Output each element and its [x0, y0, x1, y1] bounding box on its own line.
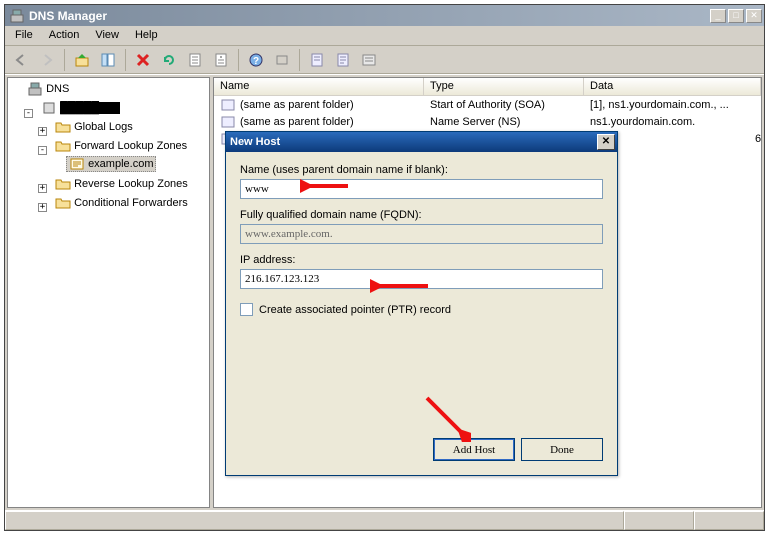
zone-icon — [69, 157, 85, 171]
tree-root-dns[interactable]: DNS — [24, 81, 72, 97]
toolbar-help-button[interactable]: ? — [244, 48, 268, 72]
name-input[interactable] — [240, 179, 603, 199]
record-icon — [220, 115, 236, 129]
toolbar-refresh-button[interactable] — [157, 48, 181, 72]
toolbar-export-button[interactable] — [183, 48, 207, 72]
tree-server-node[interactable]: █████ — [38, 100, 123, 116]
folder-icon — [55, 139, 71, 153]
close-button[interactable]: ✕ — [746, 9, 762, 23]
toolbar-forward-button[interactable] — [35, 48, 59, 72]
status-main — [5, 511, 624, 530]
fqdn-input — [240, 224, 603, 244]
ptr-checkbox-label: Create associated pointer (PTR) record — [259, 304, 451, 316]
statusbar — [5, 510, 764, 530]
expander[interactable]: - — [38, 146, 47, 155]
menu-action[interactable]: Action — [41, 26, 88, 45]
toolbar-back-button[interactable] — [9, 48, 33, 72]
toolbar-delete-button[interactable] — [131, 48, 155, 72]
minimize-button[interactable]: _ — [710, 9, 726, 23]
record-icon — [220, 98, 236, 112]
menu-view[interactable]: View — [87, 26, 127, 45]
column-type[interactable]: Type — [424, 78, 584, 95]
tree-zone-example-com[interactable]: example.com — [66, 156, 156, 172]
toolbar-showhide-button[interactable] — [96, 48, 120, 72]
folder-icon — [55, 196, 71, 210]
titlebar: DNS Manager _ □ ✕ — [5, 5, 764, 26]
toolbar-up-button[interactable] — [70, 48, 94, 72]
tree-reverse-lookup-zones[interactable]: Reverse Lookup Zones — [52, 176, 191, 192]
ip-field-label: IP address: — [240, 254, 603, 266]
expander[interactable]: - — [24, 109, 33, 118]
tree-forward-lookup-zones[interactable]: Forward Lookup Zones — [52, 138, 190, 154]
menu-help[interactable]: Help — [127, 26, 166, 45]
toolbar-extra1-button[interactable] — [270, 48, 294, 72]
toolbar-properties-button[interactable] — [209, 48, 233, 72]
column-data[interactable]: Data — [584, 78, 761, 95]
folder-icon — [55, 120, 71, 134]
tree-global-logs[interactable]: Global Logs — [52, 119, 136, 135]
list-row[interactable]: (same as parent folder) Start of Authori… — [214, 96, 761, 113]
ip-address-input[interactable] — [240, 269, 603, 289]
server-icon — [41, 101, 57, 115]
add-host-button[interactable]: Add Host — [433, 438, 515, 461]
toolbar-newrecord-button[interactable] — [305, 48, 329, 72]
new-host-dialog: New Host ✕ Name (uses parent domain name… — [225, 131, 618, 476]
expander[interactable]: + — [38, 127, 47, 136]
dialog-titlebar: New Host ✕ — [226, 132, 617, 152]
tree-pane[interactable]: DNS - █████ + — [7, 77, 210, 508]
status-cell-1 — [624, 511, 694, 530]
dialog-title: New Host — [230, 136, 597, 148]
column-name[interactable]: Name — [214, 78, 424, 95]
tree-conditional-forwarders[interactable]: Conditional Forwarders — [52, 195, 191, 211]
window-title: DNS Manager — [29, 9, 710, 23]
toolbar: ? — [5, 46, 764, 74]
list-header: Name Type Data — [214, 78, 761, 96]
folder-icon — [55, 177, 71, 191]
maximize-button[interactable]: □ — [728, 9, 744, 23]
status-cell-2 — [694, 511, 764, 530]
menubar: File Action View Help — [5, 26, 764, 46]
expander[interactable]: + — [38, 203, 47, 212]
done-button[interactable]: Done — [521, 438, 603, 461]
expander[interactable]: + — [38, 184, 47, 193]
svg-text:?: ? — [253, 56, 259, 67]
app-icon — [9, 8, 25, 24]
dns-root-icon — [27, 82, 43, 96]
list-row[interactable]: (same as parent folder) Name Server (NS)… — [214, 113, 761, 130]
toolbar-filter-button[interactable] — [357, 48, 381, 72]
toolbar-newzone-button[interactable] — [331, 48, 355, 72]
name-field-label: Name (uses parent domain name if blank): — [240, 164, 603, 176]
ptr-checkbox[interactable] — [240, 303, 253, 316]
menu-file[interactable]: File — [7, 26, 41, 45]
dialog-close-button[interactable]: ✕ — [597, 134, 615, 150]
fqdn-field-label: Fully qualified domain name (FQDN): — [240, 209, 603, 221]
